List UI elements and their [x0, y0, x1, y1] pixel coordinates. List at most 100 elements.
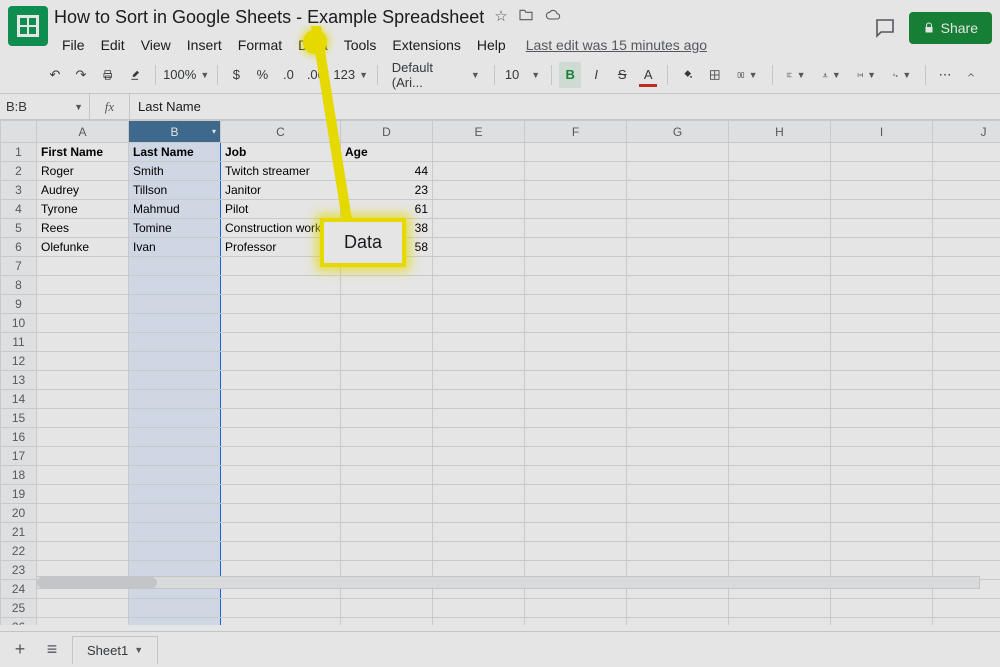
- cell[interactable]: [37, 314, 129, 333]
- cell[interactable]: [831, 428, 933, 447]
- cell[interactable]: [831, 143, 933, 162]
- cell[interactable]: [37, 466, 129, 485]
- cell[interactable]: [729, 485, 831, 504]
- row-header[interactable]: 11: [1, 333, 37, 352]
- cell[interactable]: [341, 276, 433, 295]
- cell[interactable]: [933, 599, 1000, 618]
- cell[interactable]: 61: [341, 200, 433, 219]
- cell[interactable]: [627, 352, 729, 371]
- strikethrough-button[interactable]: S: [611, 62, 633, 88]
- column-header-D[interactable]: D: [341, 121, 433, 143]
- cell[interactable]: [729, 333, 831, 352]
- cell[interactable]: [433, 390, 525, 409]
- menu-file[interactable]: File: [54, 35, 93, 55]
- cell[interactable]: [433, 352, 525, 371]
- cell[interactable]: [627, 618, 729, 626]
- menu-insert[interactable]: Insert: [179, 35, 230, 55]
- cell[interactable]: [129, 466, 221, 485]
- cell[interactable]: [729, 238, 831, 257]
- cell[interactable]: [221, 428, 341, 447]
- cell[interactable]: [525, 295, 627, 314]
- cell[interactable]: Last Name: [129, 143, 221, 162]
- cell[interactable]: [433, 504, 525, 523]
- zoom-select[interactable]: 100%▼: [164, 62, 209, 88]
- cell[interactable]: [525, 143, 627, 162]
- text-color-button[interactable]: A: [637, 62, 659, 88]
- cell[interactable]: [433, 181, 525, 200]
- name-box[interactable]: B:B ▼: [0, 94, 90, 119]
- row-header[interactable]: 2: [1, 162, 37, 181]
- cell[interactable]: [525, 523, 627, 542]
- cell[interactable]: [341, 352, 433, 371]
- cell[interactable]: [831, 485, 933, 504]
- cell[interactable]: [433, 143, 525, 162]
- cell[interactable]: [433, 618, 525, 626]
- row-header[interactable]: 13: [1, 371, 37, 390]
- cell[interactable]: [933, 371, 1000, 390]
- document-title[interactable]: How to Sort in Google Sheets - Example S…: [54, 7, 484, 28]
- row-header[interactable]: 6: [1, 238, 37, 257]
- cell[interactable]: [933, 523, 1000, 542]
- decrease-decimal-button[interactable]: .0: [277, 62, 299, 88]
- horizontal-align-button[interactable]: ▼: [780, 62, 811, 88]
- cell[interactable]: [433, 409, 525, 428]
- row-header[interactable]: 15: [1, 409, 37, 428]
- cell[interactable]: [221, 333, 341, 352]
- cell[interactable]: [129, 447, 221, 466]
- cell[interactable]: [341, 447, 433, 466]
- cell[interactable]: Job: [221, 143, 341, 162]
- cell[interactable]: [729, 314, 831, 333]
- collapse-toolbar-button[interactable]: [960, 62, 982, 88]
- cell[interactable]: [627, 371, 729, 390]
- cell[interactable]: [525, 542, 627, 561]
- fill-color-button[interactable]: [676, 62, 699, 88]
- cell[interactable]: [37, 352, 129, 371]
- cell[interactable]: [433, 333, 525, 352]
- menu-view[interactable]: View: [133, 35, 179, 55]
- cell[interactable]: [433, 523, 525, 542]
- cell[interactable]: [433, 485, 525, 504]
- cell[interactable]: Roger: [37, 162, 129, 181]
- last-edit-link[interactable]: Last edit was 15 minutes ago: [526, 37, 707, 53]
- cell[interactable]: Olefunke: [37, 238, 129, 257]
- cell[interactable]: [933, 542, 1000, 561]
- cell[interactable]: [37, 523, 129, 542]
- cell[interactable]: [627, 295, 729, 314]
- cell[interactable]: Tomine: [129, 219, 221, 238]
- move-icon[interactable]: [518, 7, 534, 27]
- cell[interactable]: [627, 409, 729, 428]
- cell[interactable]: [433, 162, 525, 181]
- cell[interactable]: [525, 485, 627, 504]
- cell[interactable]: [525, 219, 627, 238]
- cell[interactable]: [933, 162, 1000, 181]
- more-toolbar-button[interactable]: ⋯: [934, 62, 956, 88]
- bold-button[interactable]: B: [559, 62, 581, 88]
- cell[interactable]: [627, 428, 729, 447]
- cell[interactable]: [341, 333, 433, 352]
- cell[interactable]: [525, 333, 627, 352]
- cell[interactable]: [933, 466, 1000, 485]
- cell[interactable]: [729, 390, 831, 409]
- cell[interactable]: [627, 314, 729, 333]
- select-all-corner[interactable]: [1, 121, 37, 143]
- cell[interactable]: [525, 238, 627, 257]
- row-header[interactable]: 24: [1, 580, 37, 599]
- cell[interactable]: [831, 276, 933, 295]
- cell[interactable]: [221, 409, 341, 428]
- cell[interactable]: [129, 485, 221, 504]
- cell[interactable]: [729, 295, 831, 314]
- cell[interactable]: [831, 599, 933, 618]
- column-header-B[interactable]: B: [129, 121, 221, 143]
- cell[interactable]: [221, 523, 341, 542]
- cell[interactable]: [729, 352, 831, 371]
- column-header-C[interactable]: C: [221, 121, 341, 143]
- cell[interactable]: [627, 466, 729, 485]
- cell[interactable]: [221, 447, 341, 466]
- cell[interactable]: [831, 618, 933, 626]
- cell[interactable]: [831, 333, 933, 352]
- cell[interactable]: [341, 428, 433, 447]
- cell[interactable]: [729, 542, 831, 561]
- formula-input[interactable]: Last Name: [130, 94, 1000, 119]
- cell[interactable]: [627, 162, 729, 181]
- cell[interactable]: Rees: [37, 219, 129, 238]
